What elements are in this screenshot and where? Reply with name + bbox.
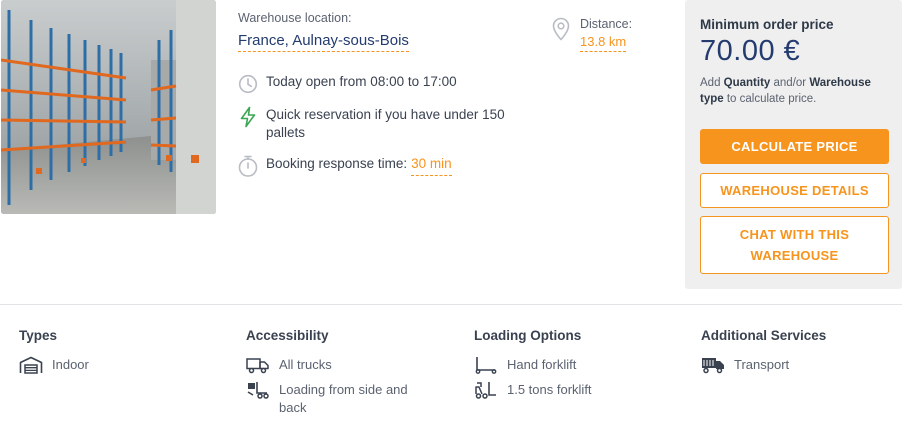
loading-options-section: Loading Options Hand forklift 1.5 tons f…: [474, 328, 592, 406]
forklift-icon: [474, 381, 498, 399]
min-price-label: Minimum order price: [700, 17, 834, 32]
warehouse-icon: [19, 356, 43, 374]
price-hint-quantity: Quantity: [723, 77, 771, 89]
types-section: Types Indoor: [19, 328, 89, 381]
feature-label: All trucks: [279, 357, 332, 372]
loading-options-title: Loading Options: [474, 328, 582, 343]
price-hint-suffix: to calculate price.: [723, 93, 817, 105]
feature-label: Transport: [734, 357, 790, 372]
location-label: Warehouse location:: [238, 11, 352, 25]
feature-item: 1.5 tons forklift: [474, 381, 592, 399]
feature-label: Loading from side and back: [279, 382, 408, 415]
price-hint-prefix: Add: [700, 77, 724, 89]
open-hours-row: Today open from 08:00 to 17:00: [237, 73, 457, 95]
map-pin-icon: [551, 17, 571, 46]
distance-label: Distance:: [580, 17, 633, 31]
truck-icon: [246, 356, 270, 374]
feature-item: Indoor: [19, 356, 89, 374]
loading-icon: [246, 381, 270, 399]
calculate-price-button[interactable]: CALCULATE PRICE: [700, 129, 889, 164]
warehouse-details-button[interactable]: WAREHOUSE DETAILS: [700, 173, 889, 208]
quick-reservation-row: Quick reservation if you have under 150 …: [237, 106, 547, 142]
booking-response-value: 30 min: [411, 155, 452, 176]
location-value[interactable]: France, Aulnay-sous-Bois: [238, 32, 409, 52]
stopwatch-icon: [237, 155, 259, 177]
chat-warehouse-button[interactable]: CHAT WITH THIS WAREHOUSE: [700, 216, 889, 274]
feature-item: Transport: [701, 356, 826, 374]
feature-label: Hand forklift: [507, 357, 577, 372]
types-title: Types: [19, 328, 58, 343]
price-hint-mid: and/or: [770, 77, 810, 89]
open-hours-text: Today open from 08:00 to 17:00: [266, 74, 457, 89]
price-panel: Minimum order price 70.00 € Add Quantity…: [685, 0, 902, 289]
feature-item: All trucks: [246, 356, 436, 374]
quick-reservation-text: Quick reservation if you have under 150 …: [266, 107, 505, 140]
section-divider: [0, 304, 902, 305]
warehouse-photo: [1, 0, 216, 214]
lightning-icon: [237, 106, 259, 128]
distance-value: 13.8 km: [580, 34, 627, 52]
price-hint: Add Quantity and/or Warehouse type to ca…: [700, 75, 895, 107]
feature-label: Indoor: [52, 357, 89, 372]
additional-services-section: Additional Services Transport: [701, 328, 826, 381]
hand-forklift-icon: [474, 356, 498, 374]
feature-item: Hand forklift: [474, 356, 592, 374]
additional-services-title: Additional Services: [701, 328, 827, 343]
feature-item: Loading from side and back: [246, 381, 436, 417]
clock-icon: [237, 73, 259, 95]
accessibility-title: Accessibility: [246, 328, 329, 343]
min-price-value: 70.00 €: [700, 35, 801, 67]
booking-response-label: Booking response time:: [266, 156, 408, 171]
booking-response-row: Booking response time: 30 min: [237, 155, 452, 177]
feature-label: 1.5 tons forklift: [507, 382, 592, 397]
accessibility-section: Accessibility All trucks Loading from si…: [246, 328, 436, 424]
transport-truck-icon: [701, 356, 725, 374]
